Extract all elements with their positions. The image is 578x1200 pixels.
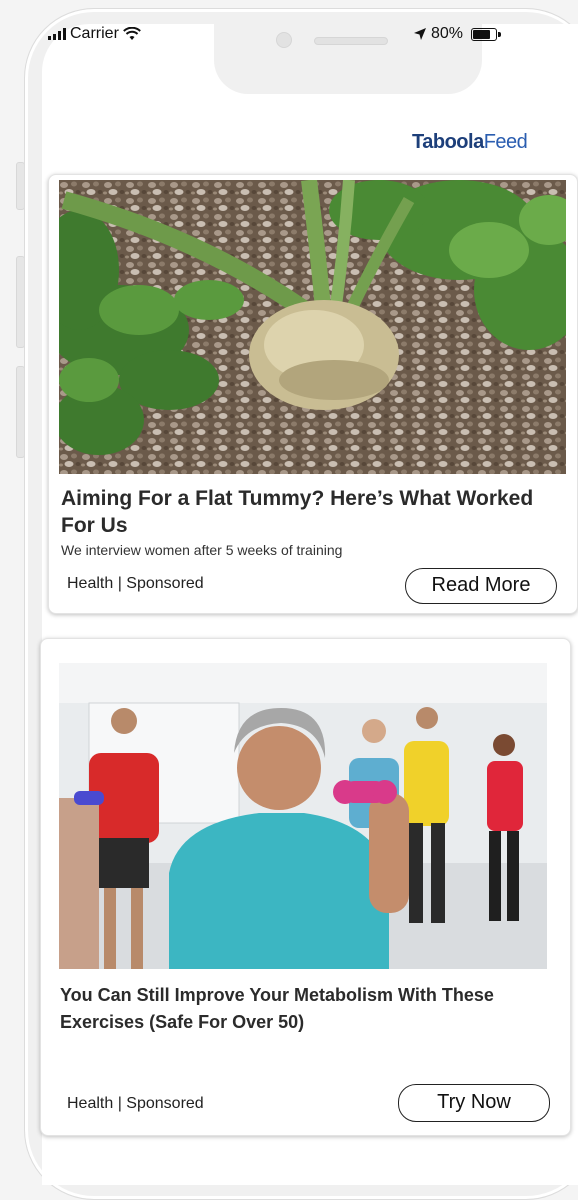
status-bar-right: 80% bbox=[413, 25, 502, 43]
location-arrow-icon bbox=[414, 28, 426, 40]
card-title[interactable]: Aiming For a Flat Tummy? Here’s What Wor… bbox=[61, 485, 561, 539]
read-more-button[interactable]: Read More bbox=[405, 568, 557, 604]
card-description: We interview women after 5 weeks of trai… bbox=[61, 542, 343, 558]
card-title[interactable]: You Can Still Improve Your Metabolism Wi… bbox=[60, 982, 540, 1036]
logo-taboola-text: Taboola bbox=[412, 131, 484, 153]
speaker-grille bbox=[314, 37, 388, 45]
card-category: Health | Sponsored bbox=[67, 575, 204, 592]
feed-card[interactable]: You Can Still Improve Your Metabolism Wi… bbox=[40, 638, 571, 1136]
card-image[interactable] bbox=[59, 180, 566, 474]
feed-card[interactable]: Aiming For a Flat Tummy? Here’s What Wor… bbox=[48, 174, 578, 614]
wifi-icon bbox=[123, 27, 141, 40]
taboola-feed-logo: TaboolaFeed bbox=[412, 131, 528, 154]
logo-feed-text: Feed bbox=[483, 131, 528, 153]
card-category: Health | Sponsored bbox=[67, 1095, 204, 1112]
battery-percent: 80% bbox=[431, 25, 464, 42]
battery-icon bbox=[471, 27, 502, 41]
signal-icon bbox=[48, 28, 66, 40]
camera-icon bbox=[276, 32, 292, 48]
try-now-button[interactable]: Try Now bbox=[398, 1084, 550, 1122]
card-image[interactable] bbox=[59, 663, 547, 969]
status-bar-left: Carrier bbox=[48, 25, 141, 43]
carrier-label: Carrier bbox=[70, 25, 119, 42]
